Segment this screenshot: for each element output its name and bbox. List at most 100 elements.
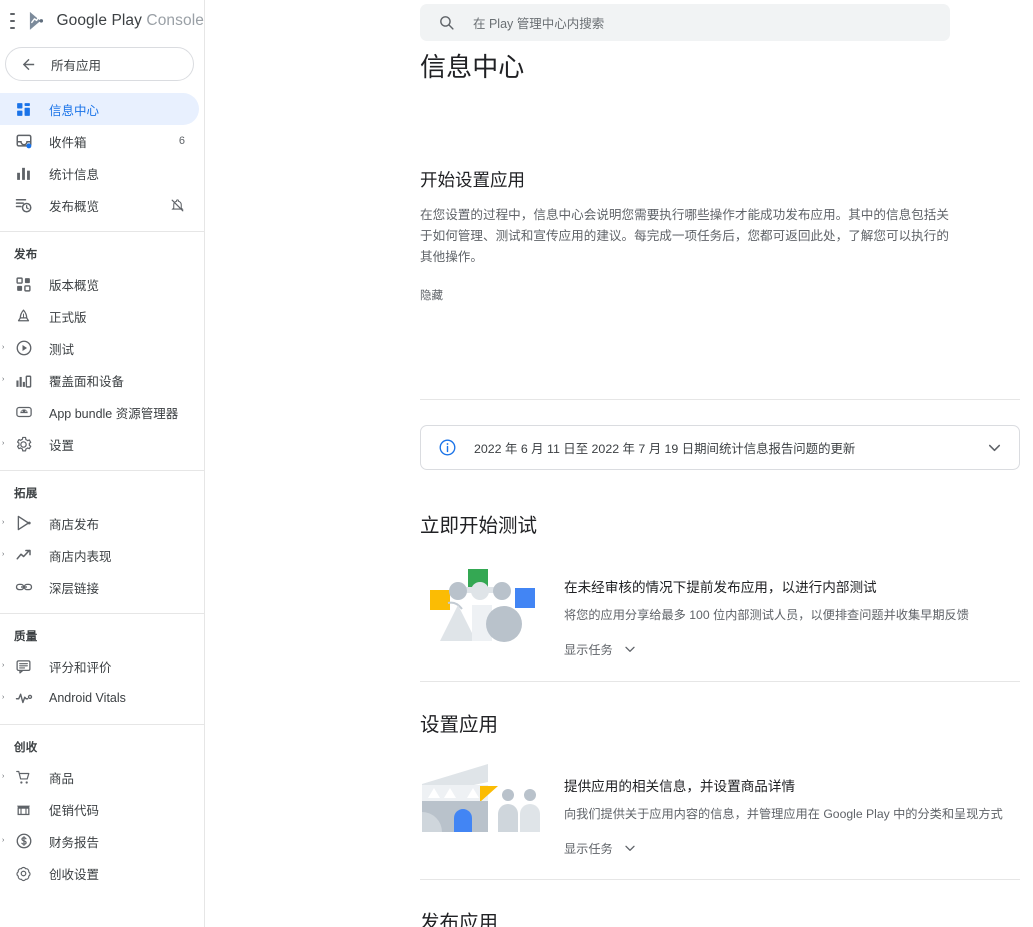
financial-reports-dollar-icon [14,832,33,851]
sidebar-item-promo-codes[interactable]: 促销代码 [0,793,199,825]
play-console-window: Google Play Console 所有应用 信息中心 收件箱 6 统计信息… [0,0,1033,927]
all-apps-back-button[interactable]: 所有应用 [5,47,194,81]
deep-links-icon [14,578,33,597]
inbox-count-badge: 6 [178,135,185,147]
expand-caret-icon[interactable]: › [2,551,10,559]
sidebar-item-releases-overview[interactable]: 版本概览 [0,268,199,300]
search-placeholder: 在 Play 管理中心内搜索 [473,17,605,31]
sidebar-item-label: 正式版 [49,310,87,325]
sidebar-item-label: 统计信息 [49,167,100,182]
all-apps-label: 所有应用 [51,58,102,73]
divider [420,879,1020,880]
sidebar-item-label: 财务报告 [49,835,100,850]
sidebar-item-label: 信息中心 [49,103,100,118]
search-input[interactable]: 在 Play 管理中心内搜索 [420,4,950,41]
promo-codes-store-icon [14,800,33,819]
sidebar-item-label: 发布概览 [49,199,100,214]
shopping-cart-icon [14,768,33,787]
store-presence-icon [14,514,33,533]
expand-caret-icon[interactable]: › [2,837,10,845]
dashboard-icon [14,100,33,119]
production-rocket-icon [14,307,33,326]
sidebar-item-app-bundle-explorer[interactable]: App bundle 资源管理器 [0,396,199,428]
expand-caret-icon[interactable]: › [2,694,10,702]
sidebar-item-ratings-reviews[interactable]: › 评分和评价 [0,650,199,682]
hide-link[interactable]: 隐藏 [420,287,443,303]
bar-chart-icon [14,164,33,183]
hamburger-menu-icon[interactable] [10,13,16,29]
setup-intro-heading: 开始设置应用 [420,170,525,190]
task-row: 在未经审核的情况下提前发布应用，以进行内部测试 将您的应用分享给最多 100 位… [420,563,1020,659]
internal-testing-people-illustration [420,563,545,659]
expand-caret-icon[interactable]: › [2,344,10,352]
releases-overview-icon [14,275,33,294]
show-tasks-label: 显示任务 [564,842,613,856]
sidebar: Google Play Console 所有应用 信息中心 收件箱 6 统计信息… [0,0,205,927]
setup-intro-body: 在您设置的过程中，信息中心会说明您需要执行哪些操作才能成功发布应用。其中的信息包… [420,208,949,264]
sidebar-item-reach-devices[interactable]: › 覆盖面和设备 [0,364,199,396]
sidebar-section-grow: › 商店发布 › 商店内表现 深层链接 [0,507,204,603]
expand-caret-icon[interactable]: › [2,519,10,527]
divider [420,399,1020,400]
expand-caret-icon[interactable]: › [2,773,10,781]
brand-bar: Google Play Console [0,0,204,42]
sidebar-item-products[interactable]: › 商品 [0,761,199,793]
expand-caret-icon[interactable]: › [2,440,10,448]
expand-caret-icon[interactable]: › [2,376,10,384]
sidebar-item-deep-links[interactable]: 深层链接 [0,571,199,603]
sidebar-section-monetize: › 商品 促销代码 › 财务报告 创收设置 [0,761,204,889]
brand-name-primary: Google Play [56,12,142,29]
sidebar-item-store-presence[interactable]: › 商店发布 [0,507,199,539]
sidebar-item-store-performance[interactable]: › 商店内表现 [0,539,199,571]
sidebar-item-label: 商品 [49,771,75,786]
gear-icon [14,435,33,454]
sidebar-item-inbox[interactable]: 收件箱 6 [0,125,199,157]
statistics-notice-banner[interactable]: 2022 年 6 月 11 日至 2022 年 7 月 19 日期间统计信息报告… [420,425,1020,470]
sidebar-item-label: 评分和评价 [49,660,112,675]
store-listing-storefront-illustration [420,762,545,858]
sidebar-item-label: 设置 [49,438,75,453]
main-content: 在 Play 管理中心内搜索 信息中心 开始设置应用 在您设置的过程中，信息中心… [205,0,1033,927]
sidebar-item-android-vitals[interactable]: › Android Vitals [0,682,199,714]
sidebar-item-label: App bundle 资源管理器 [49,406,179,421]
sidebar-item-dashboard[interactable]: 信息中心 [0,93,199,125]
sidebar-item-settings[interactable]: › 设置 [0,428,199,460]
section-heading: 发布应用 [420,912,499,927]
show-tasks-label: 显示任务 [564,643,613,657]
app-bundle-explorer-icon [14,403,33,422]
chevron-down-icon[interactable] [985,438,1004,457]
sidebar-item-label: 创收设置 [49,867,100,882]
google-play-console-logo[interactable]: Google Play Console [27,10,204,32]
sidebar-item-label: 收件箱 [49,135,87,150]
reach-devices-icon [14,371,33,390]
show-tasks-toggle[interactable]: 显示任务 [564,839,638,857]
sidebar-item-testing[interactable]: › 测试 [0,332,199,364]
sidebar-item-statistics[interactable]: 统计信息 [0,157,199,189]
sidebar-section-title: 质量 [14,631,38,643]
task-title: 在未经审核的情况下提前发布应用，以进行内部测试 [564,580,877,595]
setup-intro-block: 开始设置应用 在您设置的过程中，信息中心会说明您需要执行哪些操作才能成功发布应用… [420,167,1020,304]
sidebar-item-monetization-setup[interactable]: 创收设置 [0,857,199,889]
notifications-off-icon [170,198,185,213]
section-heading: 立即开始测试 [420,515,538,537]
task-description: 向我们提供关于应用内容的信息，并管理应用在 Google Play 中的分类和呈… [564,807,1003,821]
ratings-reviews-icon [14,657,33,676]
expand-caret-icon[interactable]: › [2,662,10,670]
google-play-logo-icon [30,12,44,30]
sidebar-item-production[interactable]: 正式版 [0,300,199,332]
sidebar-item-label: 商店内表现 [49,549,112,564]
sidebar-item-label: 深层链接 [49,581,100,596]
task-row: 提供应用的相关信息，并设置商品详情 向我们提供关于应用内容的信息，并管理应用在 … [420,762,1020,858]
sidebar-item-label: 版本概览 [49,278,100,293]
arrow-back-icon [22,58,35,70]
section-setup-app: 设置应用 提供应用的相关信息，并设置商品详情 向我们提供关于应用内容的信息，并管… [420,708,1020,858]
task-body: 在未经审核的情况下提前发布应用，以进行内部测试 将您的应用分享给最多 100 位… [564,563,969,659]
show-tasks-toggle[interactable]: 显示任务 [564,640,638,658]
inbox-icon [14,132,33,151]
sidebar-item-label: Android Vitals [49,691,126,705]
sidebar-item-financial-reports[interactable]: › 财务报告 [0,825,199,857]
sidebar-item-publishing-overview[interactable]: 发布概览 [0,189,199,221]
brand-name-secondary: Console [146,12,204,29]
sidebar-item-label: 测试 [49,342,75,357]
publishing-overview-icon [14,196,33,215]
